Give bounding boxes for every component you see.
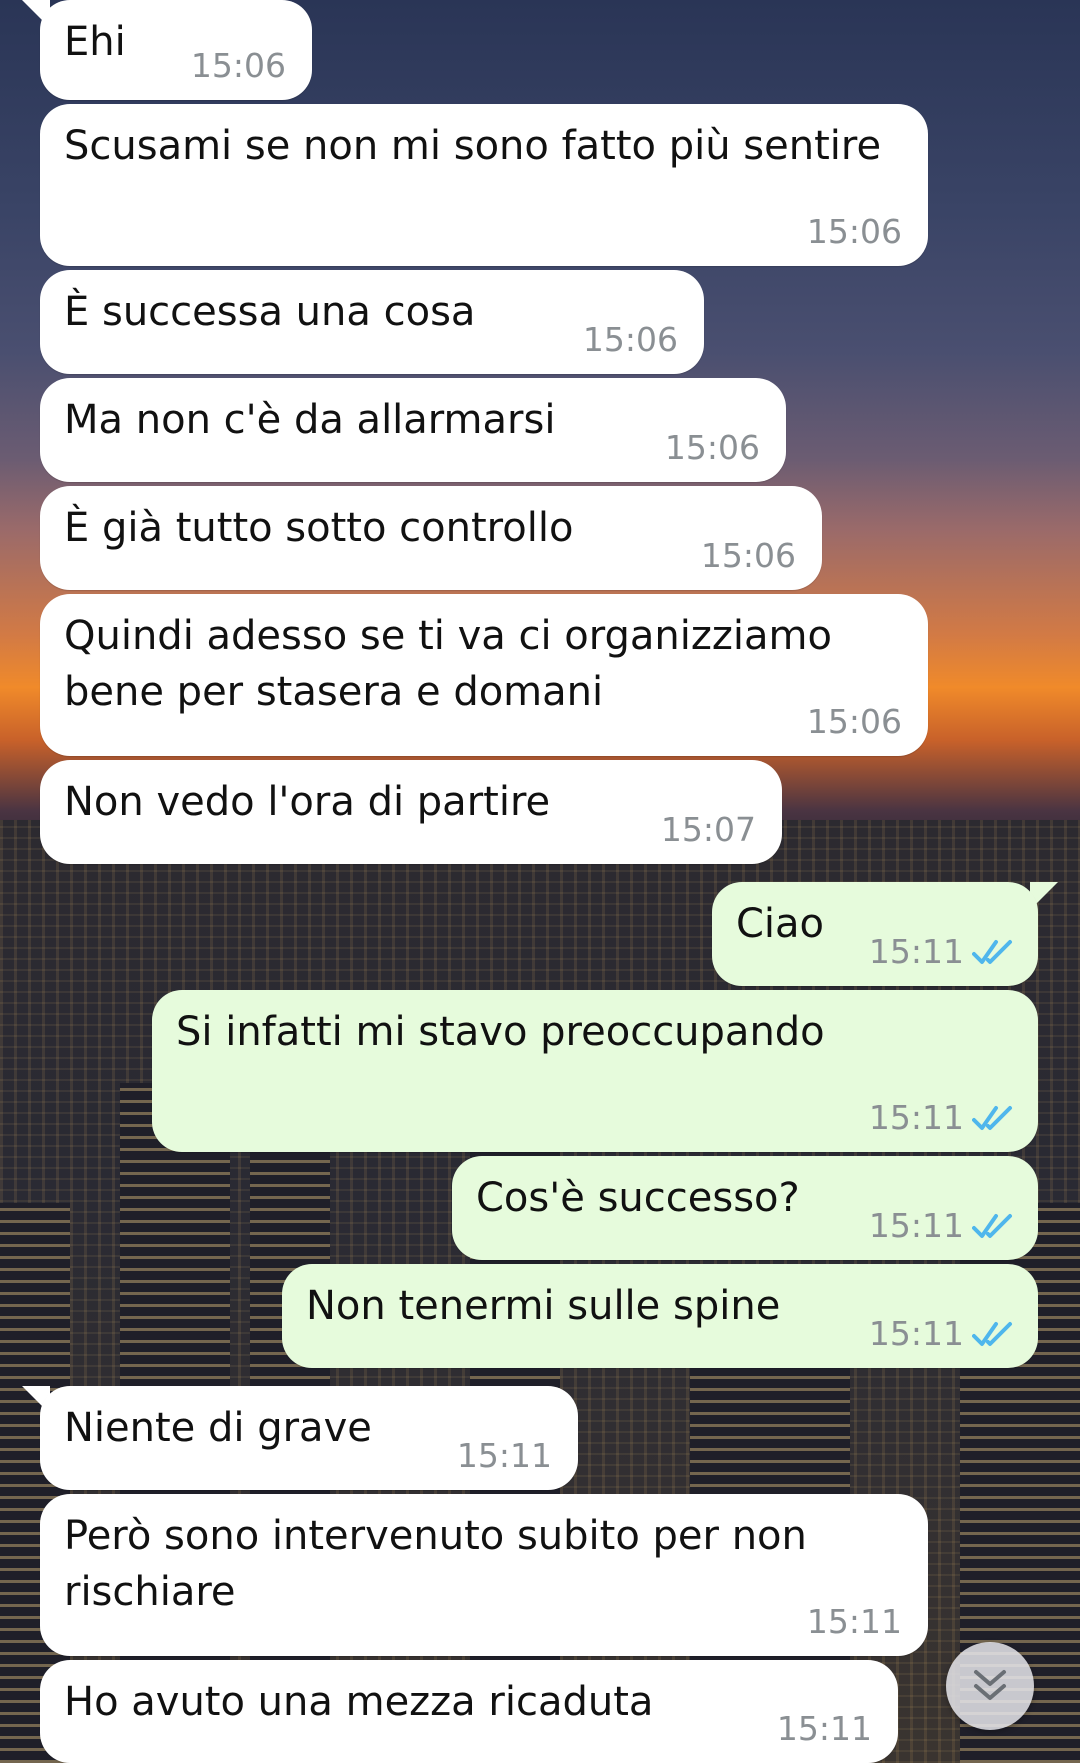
message-time: 15:11	[868, 932, 964, 971]
message-time: 15:06	[806, 212, 902, 251]
message-meta: 15:11	[869, 932, 1018, 972]
message-text: Scusami se non mi sono fatto più sentire	[64, 123, 882, 169]
message-incoming[interactable]: È già tutto sotto controllo 15:06	[40, 486, 822, 590]
scroll-to-bottom-button[interactable]	[946, 1642, 1034, 1730]
message-text: Quindi adesso se ti va ci organizziamo b…	[64, 613, 832, 715]
message-time: 15:06	[806, 702, 902, 741]
double-check-icon	[972, 1214, 1012, 1238]
message-incoming[interactable]: Però sono intervenuto subito per non ris…	[40, 1494, 928, 1656]
message-text: È già tutto sotto controllo	[64, 505, 574, 551]
message-outgoing[interactable]: Si infatti mi stavo preoccupando 15:11	[152, 990, 1038, 1152]
double-check-icon	[972, 1322, 1012, 1346]
message-time: 15:11	[456, 1436, 552, 1475]
message-incoming[interactable]: Ma non c'è da allarmarsi 15:06	[40, 378, 786, 482]
message-text: Ma non c'è da allarmarsi	[64, 397, 556, 443]
message-time: 15:06	[582, 320, 678, 359]
message-incoming[interactable]: Niente di grave 15:11	[40, 1386, 578, 1490]
message-outgoing[interactable]: Cos'è successo? 15:11	[452, 1156, 1038, 1260]
message-meta: 15:11	[869, 1206, 1018, 1246]
message-incoming[interactable]: Ehi 15:06	[40, 0, 312, 100]
message-incoming[interactable]: Ho avuto una mezza ricaduta 15:11	[40, 1660, 898, 1763]
double-check-icon	[972, 940, 1012, 964]
message-incoming[interactable]: Quindi adesso se ti va ci organizziamo b…	[40, 594, 928, 756]
double-check-icon	[972, 1106, 1012, 1130]
chevron-double-down-icon	[974, 1670, 1006, 1700]
message-text: Si infatti mi stavo preoccupando	[176, 1009, 825, 1055]
message-text: Ho avuto una mezza ricaduta	[64, 1679, 654, 1725]
chat-thread[interactable]: Ehi 15:06 Scusami se non mi sono fatto p…	[0, 0, 1080, 1763]
message-meta: 15:11	[869, 1098, 1018, 1138]
message-time: 15:11	[868, 1098, 964, 1137]
message-incoming[interactable]: Scusami se non mi sono fatto più sentire…	[40, 104, 928, 266]
message-incoming[interactable]: Non vedo l'ora di partire 15:07	[40, 760, 782, 864]
message-time: 15:11	[868, 1206, 964, 1245]
message-time: 15:06	[700, 536, 796, 575]
message-time: 15:11	[776, 1709, 872, 1748]
message-time: 15:07	[660, 810, 756, 849]
message-outgoing[interactable]: Non tenermi sulle spine 15:11	[282, 1264, 1038, 1368]
message-text: Però sono intervenuto subito per non ris…	[64, 1513, 807, 1615]
message-incoming[interactable]: È successa una cosa 15:06	[40, 270, 704, 374]
message-time: 15:06	[190, 46, 286, 85]
message-outgoing[interactable]: Ciao 15:11	[712, 882, 1038, 986]
message-text: Non vedo l'ora di partire	[64, 779, 551, 825]
message-time: 15:11	[806, 1602, 902, 1641]
message-time: 15:11	[868, 1314, 964, 1353]
message-meta: 15:11	[869, 1314, 1018, 1354]
message-time: 15:06	[664, 428, 760, 467]
